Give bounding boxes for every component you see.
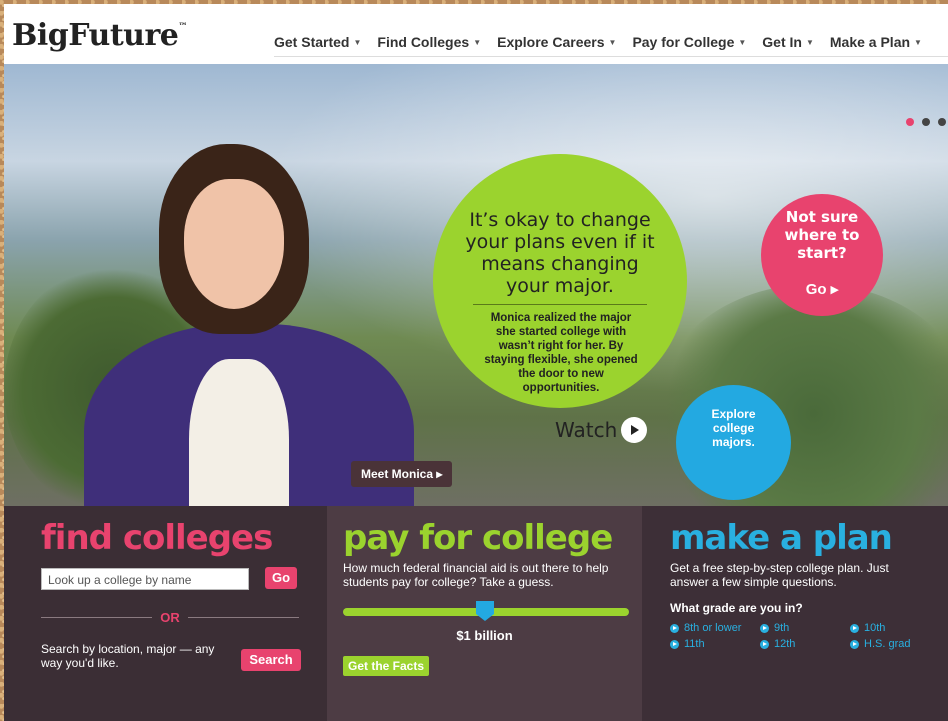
grade-label: 11th [684,638,705,650]
story-headline: It’s okay to change your plans even if i… [465,209,655,297]
nav-find-colleges[interactable]: Find Colleges ▼ [377,34,481,50]
nav-label: Pay for College [632,34,735,50]
find-colleges-title: find colleges [41,518,273,558]
find-colleges-panel: find colleges Look up a college by name … [4,506,327,721]
go-button[interactable]: Go [265,567,297,589]
story-circle: It’s okay to change your plans even if i… [433,154,687,408]
grade-label: H.S. grad [864,638,911,650]
grade-option[interactable]: 12th [760,638,850,650]
nav-label: Find Colleges [377,34,470,50]
go-link: Go ▸ [805,281,839,298]
not-sure-text: Not sure where to start? [784,208,860,262]
slide-dot[interactable] [906,118,914,126]
meet-monica-button[interactable]: Meet Monica ▸ [351,461,453,487]
slide-dot[interactable] [938,118,946,126]
nav-explore-careers[interactable]: Explore Careers ▼ [497,34,616,50]
shirt [189,359,289,506]
grade-option[interactable]: 9th [760,622,850,634]
get-the-facts-button[interactable]: Get the Facts [343,656,430,676]
chevron-down-icon: ▼ [353,37,362,47]
grade-option[interactable]: 8th or lower [670,622,760,634]
play-icon [621,417,648,443]
grade-question: What grade are you in? [670,601,803,615]
chevron-down-icon: ▼ [473,37,482,47]
grade-option[interactable]: H.S. grad [850,638,940,650]
slide-dots [898,118,946,126]
watch-label: Watch [555,418,618,442]
site-header: BigFuture™ Get Started ▼ Find Colleges ▼ E… [4,4,948,64]
make-a-plan-title: make a plan [670,518,893,558]
or-separator: OR [41,610,299,625]
nav-get-started[interactable]: Get Started ▼ [274,34,361,50]
divider-line [41,617,153,618]
arrow-bullet-icon [760,623,769,633]
arrow-bullet-icon [670,639,679,649]
search-description: Search by location, major — any way you'… [41,642,215,670]
chevron-down-icon: ▼ [738,37,747,47]
nav-pay-for-college[interactable]: Pay for College ▼ [632,34,746,50]
hero-photo-monica [64,124,444,506]
nav-label: Get Started [274,34,350,50]
watch-button[interactable]: Watch [555,417,648,443]
arrow-bullet-icon [760,639,769,649]
story-body: Monica realized the major she started co… [484,312,638,394]
slider-value: $1 billion [456,628,513,643]
nav-label: Make a Plan [829,34,911,50]
main-nav: Get Started ▼ Find Colleges ▼ Explore Care… [274,34,938,50]
not-sure-circle-button[interactable]: Not sure where to start? Go ▸ [761,194,883,316]
grade-label: 12th [774,638,796,650]
logo[interactable]: BigFuture™ [12,18,187,53]
slider-handle[interactable] [476,601,494,621]
chevron-down-icon: ▼ [608,37,617,47]
grade-option[interactable]: 11th [670,638,760,650]
search-button[interactable]: Search [241,649,301,671]
pay-for-college-title: pay for college [343,518,613,558]
arrow-bullet-icon [850,639,859,649]
page: BigFuture™ Get Started ▼ Find Colleges ▼ E… [4,4,948,721]
college-search-input[interactable]: Look up a college by name [41,568,249,590]
explore-majors-circle-button[interactable]: Explore college majors. [676,385,791,500]
hero-banner: It’s okay to change your plans even if i… [4,64,948,506]
or-label: OR [160,610,180,625]
nav-divider [274,56,948,57]
chevron-down-icon: ▼ [805,37,814,47]
explore-majors-text: Explore college majors. [711,407,756,449]
aid-question: How much federal financial aid is out th… [343,561,609,589]
nav-make-a-plan[interactable]: Make a Plan ▼ [830,34,922,50]
story-divider [473,304,647,305]
chevron-down-icon: ▼ [914,37,922,47]
arrow-bullet-icon [850,623,859,633]
slide-dot[interactable] [922,118,930,126]
nav-label: Get In [762,34,802,50]
grade-label: 9th [774,622,790,634]
make-a-plan-panel: make a plan Get a free step-by-step coll… [642,506,948,721]
divider-line [187,617,299,618]
nav-get-in[interactable]: Get In ▼ [762,34,814,50]
grade-label: 8th or lower [684,622,742,634]
grade-option[interactable]: 10th [850,622,940,634]
logo-text: BigFuture [12,18,179,53]
nav-label: Explore Careers [497,34,605,50]
grade-label: 10th [864,622,886,634]
arrow-bullet-icon [670,623,679,633]
pay-for-college-panel: pay for college How much federal financi… [327,506,642,721]
grade-options: 8th or lower 9th 10th 11th 12th H.S. gra… [670,622,940,650]
trademark-mark: ™ [178,22,187,32]
face [184,179,284,309]
plan-description: Get a free step-by-step college plan. Ju… [670,561,889,589]
